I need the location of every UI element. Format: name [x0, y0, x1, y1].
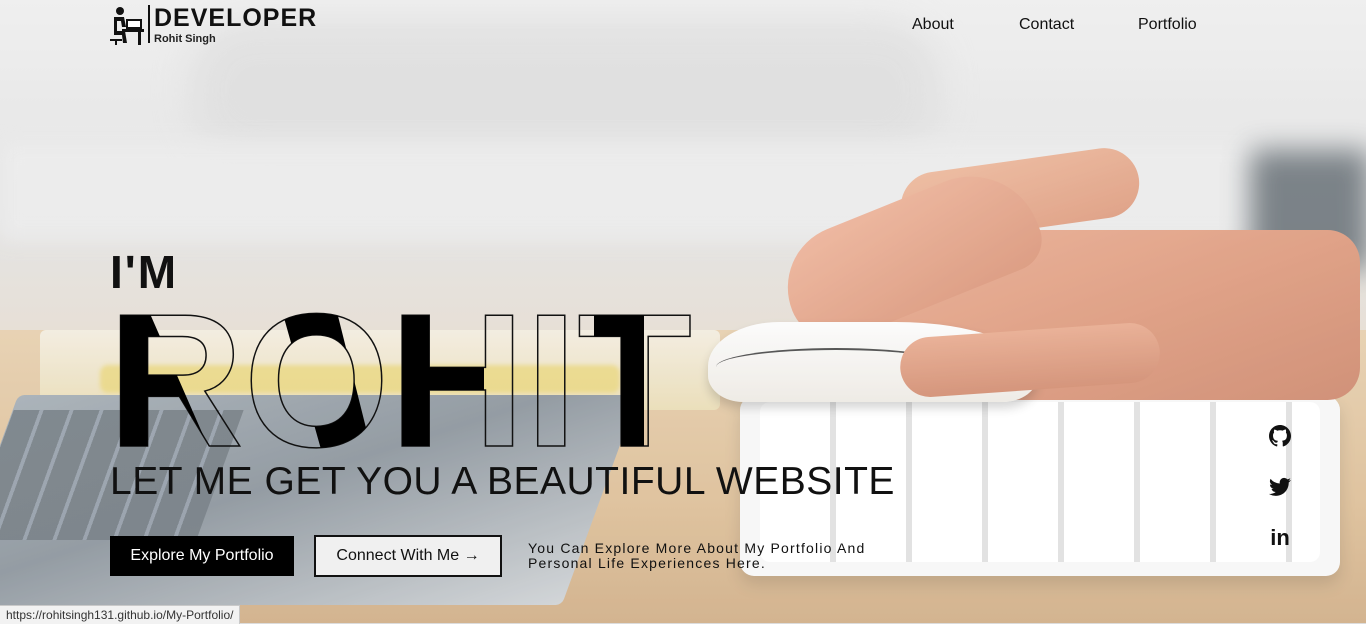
connect-with-me-button[interactable]: Connect With Me → [314, 535, 502, 577]
hero-name: ROHIT ROHIT [107, 300, 693, 460]
status-bar-url: https://rohitsingh131.github.io/My-Portf… [0, 605, 241, 624]
site-header: DEVELOPER Rohit Singh About Contact Port… [0, 0, 1366, 52]
github-icon[interactable] [1268, 424, 1292, 448]
hero-intro: I'M [110, 246, 179, 298]
logo-subtitle: Rohit Singh [154, 33, 216, 45]
twitter-icon[interactable] [1268, 475, 1292, 499]
nav-link-about[interactable]: About [912, 16, 954, 34]
hero-tagline: LET ME GET YOU A BEAUTIFUL WEBSITE [110, 460, 895, 503]
hero-description: You Can Explore More About My Portfolio … [528, 540, 866, 571]
site-logo[interactable]: DEVELOPER Rohit Singh [108, 5, 317, 45]
linkedin-icon[interactable]: in [1268, 525, 1292, 550]
nav-link-contact[interactable]: Contact [1019, 16, 1074, 34]
developer-at-desk-icon [110, 7, 144, 45]
logo-title: DEVELOPER [154, 4, 318, 32]
logo-divider [148, 5, 150, 43]
nav-link-portfolio[interactable]: Portfolio [1138, 16, 1197, 34]
explore-portfolio-button[interactable]: Explore My Portfolio [110, 536, 294, 576]
